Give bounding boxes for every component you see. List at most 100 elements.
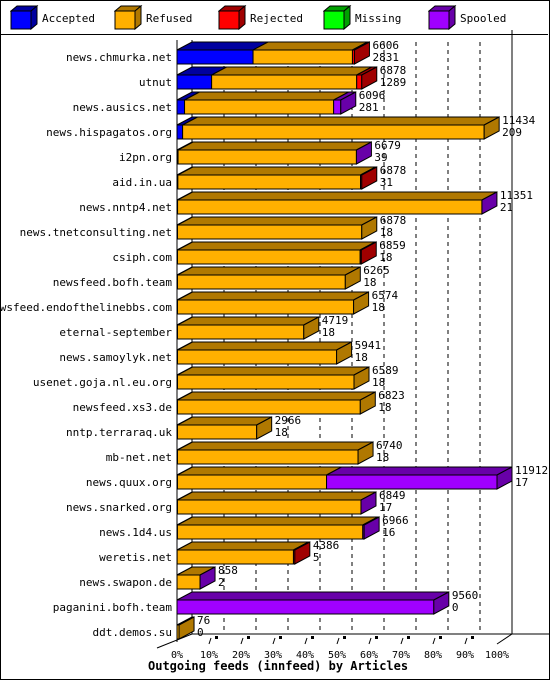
accepted-value-label: 1289 (380, 76, 407, 89)
bar-segment-accepted (176, 49, 254, 65)
tick-marker-30- (279, 636, 282, 639)
bar-nntp-terraraq-uk (176, 416, 273, 440)
accepted-value-label: 39 (374, 151, 387, 164)
category-label: news.snarked.org (66, 501, 172, 514)
bar-top-refused (211, 66, 372, 76)
category-label: news.chmurka.net (66, 51, 172, 64)
bar-top-refused (177, 466, 342, 476)
bar-top-refused (177, 391, 376, 401)
bar-segment-refused (176, 374, 355, 390)
bar-news-hispagatos-org (176, 116, 500, 140)
bar-segment-refused (176, 474, 328, 490)
bar-segment-refused (176, 424, 258, 440)
accepted-value-label: 281 (359, 101, 379, 114)
bar-aid-in-ua (176, 166, 378, 190)
bar-top-refused (177, 141, 372, 151)
bar-top-refused (177, 166, 376, 176)
bar-mb-net-net (176, 441, 374, 465)
tick-marker-50- (343, 636, 346, 639)
bar-top-refused (176, 541, 309, 551)
category-label: news.samoylyk.net (59, 351, 172, 364)
category-label: news.hispagatos.org (46, 126, 172, 139)
accepted-value-label: 18 (379, 251, 392, 264)
category-label: ddt.demos.su (93, 626, 172, 639)
bar-segment-refused (182, 124, 485, 140)
x-tick-label: 100% (485, 650, 509, 661)
bar-usenet-goja-nl-eu-org (176, 366, 370, 390)
bar-top-refused (182, 116, 500, 126)
bar-paganini-bofh-team (176, 591, 450, 615)
bar-top-refused (184, 91, 349, 101)
bar-segment-refused (176, 299, 355, 315)
tick-20- (240, 637, 244, 645)
accepted-value-label: 18 (363, 276, 376, 289)
bar-segment-refused (176, 399, 361, 415)
bar-utnut (176, 66, 378, 90)
accepted-value-label: 2 (218, 576, 225, 589)
accepted-value-label: 18 (378, 401, 391, 414)
category-label: i2pn.org (119, 151, 172, 164)
accepted-value-label: 2831 (372, 51, 399, 64)
x-axis-title: Outgoing feeds (innfeed) by Articles (148, 659, 408, 673)
bar-segment-spooled (333, 99, 342, 115)
bar-segment-accepted (176, 99, 186, 115)
bar-top-refused (177, 266, 361, 276)
accepted-value-label: 18 (322, 326, 335, 339)
tick-marker-10- (215, 636, 218, 639)
category-label: csiph.com (112, 251, 172, 264)
bar-top-refused (177, 366, 370, 376)
bars (176, 41, 513, 640)
bar-segment-refused (176, 274, 346, 290)
accepted-value-label: 209 (502, 126, 522, 139)
accepted-value-label: 18 (355, 351, 368, 364)
bar-news-samoylyk-net (176, 341, 353, 365)
bar-news-1d4-us (176, 516, 380, 540)
accepted-value-label: 18 (372, 301, 385, 314)
accepted-value-label: 18 (275, 426, 288, 439)
bar-segment-refused (184, 99, 335, 115)
bar-segment-spooled (326, 474, 498, 490)
bar-segment-refused (176, 249, 361, 265)
bar-news-tnetconsulting-net (176, 216, 378, 240)
floor-right-line (496, 633, 513, 645)
bar-news-ausics-net (176, 91, 357, 115)
tick-80- (432, 637, 436, 645)
bar-top-refused (177, 441, 374, 451)
category-label: news.ausics.net (73, 101, 172, 114)
bar-top-refused (177, 416, 272, 426)
accepted-value-label: 18 (372, 376, 385, 389)
bar-segment-accepted (176, 124, 184, 140)
bar-segment-rejected (356, 74, 363, 90)
category-label: news.1d4.us (99, 526, 172, 539)
bar-top-spooled (326, 466, 513, 476)
accepted-value-label: 17 (379, 501, 392, 514)
bar-i2pn-org (176, 141, 372, 165)
bar-eternal-september (176, 316, 320, 340)
accepted-value-label: 17 (515, 476, 528, 489)
bar-segment-refused (176, 574, 201, 590)
accepted-value-label: 16 (382, 526, 395, 539)
category-label: news.nntp4.net (79, 201, 172, 214)
bar-newsfeed-xs3-de (176, 391, 376, 415)
tick-marker-70- (407, 636, 410, 639)
bar-top-refused (177, 491, 377, 501)
bar-segment-refused (211, 74, 358, 90)
accepted-value-label: 31 (380, 176, 393, 189)
bar-csiph-com (176, 241, 377, 265)
accepted-value-label: 0 (197, 626, 204, 639)
bar-top-refused (252, 41, 368, 51)
bar-top-refused (177, 516, 379, 526)
bar-segment-refused (176, 549, 294, 565)
bar-segment-refused (176, 224, 363, 240)
category-label: news.swapon.de (79, 576, 172, 589)
category-label: aid.in.ua (112, 176, 172, 189)
bar-segment-refused (176, 324, 305, 340)
category-label: news.tnetconsulting.net (20, 226, 172, 239)
bar-weretis-net (176, 541, 311, 565)
bar-news-quux-org (176, 466, 513, 490)
bar-segment-refused (176, 449, 359, 465)
bar-segment-refused (176, 524, 364, 540)
accepted-value-label: 18 (380, 226, 393, 239)
category-label: weretis.net (99, 551, 172, 564)
category-label: nntp.terraraq.uk (66, 426, 172, 439)
